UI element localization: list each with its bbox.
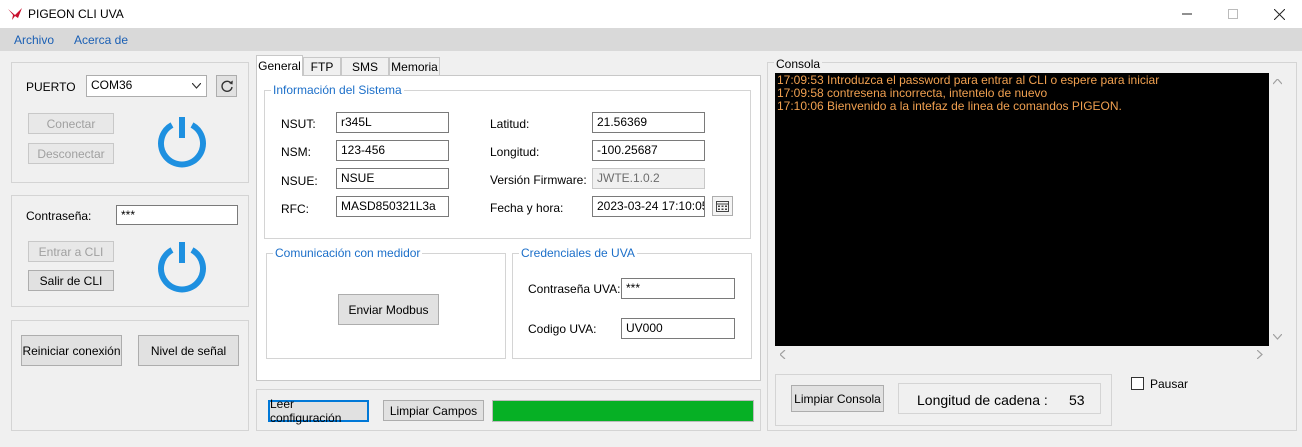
menu-archivo[interactable]: Archivo <box>14 33 54 47</box>
console-output[interactable]: 17:09:53 Introduzca el password para ent… <box>775 73 1269 346</box>
chevron-left-icon[interactable] <box>780 350 786 359</box>
uva-credentials-group: Credenciales de UVA Contraseña UVA: *** … <box>512 246 752 359</box>
pause-label: Pausar <box>1150 377 1189 391</box>
uva-credentials-legend: Credenciales de UVA <box>519 246 637 260</box>
menu-bar: Archivo Acerca de <box>0 28 1302 51</box>
maximize-icon <box>1228 9 1238 19</box>
latitude-input[interactable]: 21.56369 <box>592 112 705 133</box>
uva-code-label: Codigo UVA: <box>528 322 597 336</box>
latitude-label: Latitud: <box>490 117 530 131</box>
pigeon-logo-icon <box>8 8 22 20</box>
nsue-label: NSUE: <box>281 174 318 188</box>
progress-fill <box>493 401 753 421</box>
nsm-input[interactable]: 123-456 <box>336 140 449 161</box>
tab-general-panel: Información del Sistema NSUT: r345L NSM:… <box>256 75 761 381</box>
datetime-input[interactable]: 2023-03-24 17:10:05 <box>592 196 705 217</box>
tab-ftp[interactable]: FTP <box>303 57 341 76</box>
menu-acerca-de[interactable]: Acerca de <box>74 33 128 47</box>
nsut-label: NSUT: <box>281 117 316 131</box>
read-config-button[interactable]: Leer configuración <box>268 397 369 425</box>
close-button[interactable] <box>1256 0 1302 28</box>
uva-code-input[interactable]: UV000 <box>621 318 735 339</box>
meter-comm-group: Comunicación con medidor Enviar Modbus <box>266 246 506 359</box>
refresh-icon <box>220 80 233 92</box>
cli-password-label: Contraseña: <box>26 209 92 223</box>
minimize-icon <box>1182 13 1192 15</box>
console-horizontal-scrollbar[interactable] <box>775 346 1269 363</box>
refresh-ports-button[interactable] <box>216 75 237 97</box>
firmware-label: Versión Firmware: <box>490 173 587 187</box>
calendar-button[interactable] <box>712 196 733 216</box>
title-bar: PIGEON CLI UVA <box>0 0 1302 28</box>
disconnect-button[interactable]: Desconectar <box>28 143 114 164</box>
tab-general[interactable]: General <box>256 55 303 76</box>
clear-console-button[interactable]: Limpiar Consola <box>791 385 884 412</box>
power-icon <box>158 242 206 293</box>
uva-password-input[interactable]: *** <box>621 278 735 299</box>
chevron-down-icon <box>192 83 201 89</box>
nsue-input[interactable]: NSUE <box>336 168 449 189</box>
system-info-group: Información del Sistema NSUT: r345L NSM:… <box>264 83 751 239</box>
uva-password-label: Contraseña UVA: <box>528 282 621 296</box>
bottom-action-bar: Leer configuración Limpiar Campos <box>256 389 761 431</box>
window-title: PIGEON CLI UVA <box>28 7 124 21</box>
string-length-box: Longitud de cadena : 53 <box>898 383 1101 414</box>
progress-bar <box>492 400 754 422</box>
chevron-down-icon[interactable] <box>1273 334 1282 340</box>
chevron-right-icon[interactable] <box>1257 350 1263 359</box>
firmware-input: JWTE.1.0.2 <box>592 168 705 189</box>
connect-button[interactable]: Conectar <box>28 113 114 134</box>
actions-panel: Reiniciar conexión Nivel de señal <box>11 320 249 431</box>
connection-panel: PUERTO COM36 Conectar Desconectar <box>11 62 249 183</box>
console-vertical-scrollbar[interactable] <box>1269 73 1286 346</box>
maximize-button[interactable] <box>1210 0 1256 28</box>
pause-checkbox[interactable] <box>1131 377 1144 390</box>
console-title: Consola <box>774 57 823 71</box>
console-controls: Limpiar Consola Longitud de cadena : 53 <box>775 374 1112 426</box>
enter-cli-button[interactable]: Entrar a CLI <box>28 241 114 262</box>
rfc-label: RFC: <box>281 202 309 216</box>
cli-panel: Contraseña: *** Entrar a CLI Salir de CL… <box>11 195 249 307</box>
meter-comm-legend: Comunicación con medidor <box>273 246 423 260</box>
datetime-label: Fecha y hora: <box>490 201 564 215</box>
system-info-legend: Información del Sistema <box>271 83 404 97</box>
nsut-input[interactable]: r345L <box>336 112 449 133</box>
string-length-label: Longitud de cadena : <box>917 392 1048 408</box>
restart-connection-button[interactable]: Reiniciar conexión <box>21 335 122 366</box>
tab-memoria[interactable]: Memoria <box>389 57 440 76</box>
minimize-button[interactable] <box>1164 0 1210 28</box>
port-label: PUERTO <box>26 80 76 94</box>
clear-fields-button[interactable]: Limpiar Campos <box>383 400 484 421</box>
longitude-input[interactable]: -100.25687 <box>592 140 705 161</box>
rfc-input[interactable]: MASD850321L3a <box>336 196 449 217</box>
power-icon <box>158 117 206 168</box>
cli-password-input[interactable]: *** <box>116 205 238 225</box>
string-length-value: 53 <box>1069 392 1085 408</box>
port-select[interactable]: COM36 <box>86 75 207 97</box>
calendar-icon <box>716 200 729 212</box>
nsm-label: NSM: <box>281 145 311 159</box>
send-modbus-button[interactable]: Enviar Modbus <box>338 294 439 325</box>
close-icon <box>1273 8 1285 20</box>
exit-cli-button[interactable]: Salir de CLI <box>28 270 114 291</box>
longitude-label: Longitud: <box>490 145 540 159</box>
tab-sms[interactable]: SMS <box>341 57 389 76</box>
console-line: 17:10:06 Bienvenido a la intefaz de line… <box>777 99 1122 113</box>
chevron-up-icon[interactable] <box>1273 79 1282 85</box>
signal-level-button[interactable]: Nivel de señal <box>138 335 239 366</box>
